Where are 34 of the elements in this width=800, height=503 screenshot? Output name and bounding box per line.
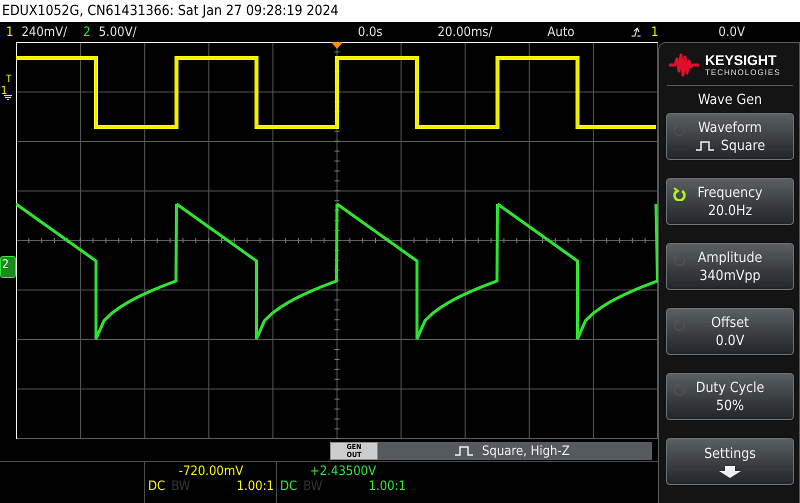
softkey-button[interactable]: Duty Cycle 50% xyxy=(666,373,794,420)
trigger-source[interactable]: 1 xyxy=(650,24,658,40)
softkey-button[interactable]: Waveform Square xyxy=(666,113,794,160)
gen-out-status: Square, High-Z xyxy=(482,444,570,458)
probe-ratio: 1.00:1 xyxy=(236,479,274,494)
time-scale[interactable]: 20.00ms/ xyxy=(438,24,492,40)
softkey-button[interactable]: Offset 0.0V xyxy=(666,308,794,355)
softkey-button[interactable]: Amplitude 340mVpp xyxy=(666,243,794,290)
brand-subtitle: TECHNOLOGIES xyxy=(705,68,781,77)
coupling-label: DC xyxy=(148,479,166,494)
probe-ratio: 1.00:1 xyxy=(368,479,406,494)
channel-2-marker[interactable]: 2 xyxy=(0,256,16,278)
channel-number[interactable]: 2 xyxy=(83,24,91,40)
trigger-level-marker: T xyxy=(6,74,12,85)
trigger-position-marker xyxy=(331,42,343,49)
coupling-label: DC xyxy=(280,479,298,494)
down-arrow-icon xyxy=(719,466,741,478)
time-delay[interactable]: 0.0s xyxy=(358,24,383,40)
channel-1-marker[interactable]: 1 xyxy=(1,84,8,97)
trigger-mode[interactable]: Auto xyxy=(547,24,575,40)
ground-icon xyxy=(4,95,12,100)
channel-reading: +2.43500V xyxy=(308,464,378,479)
trigger-edge-icon xyxy=(630,25,641,39)
vertical-scale[interactable]: 5.00V/ xyxy=(98,24,137,40)
wave-logo-icon xyxy=(667,51,701,79)
menu-title: Wave Gen xyxy=(698,92,762,108)
header-title: EDUX1052G, CN61431366: Sat Jan 27 09:28:19 2024 xyxy=(0,0,800,22)
trigger-level[interactable]: 0.0V xyxy=(718,24,745,40)
brand-name: KEYSIGHT xyxy=(705,53,778,68)
vertical-scale[interactable]: 240mV/ xyxy=(21,24,68,40)
softkey-button[interactable]: Settings xyxy=(666,438,794,485)
softkey-button[interactable]: Frequency 20.0Hz xyxy=(666,178,794,225)
channel-reading: -720.00mV xyxy=(178,464,244,479)
channel-number[interactable]: 1 xyxy=(6,24,14,40)
